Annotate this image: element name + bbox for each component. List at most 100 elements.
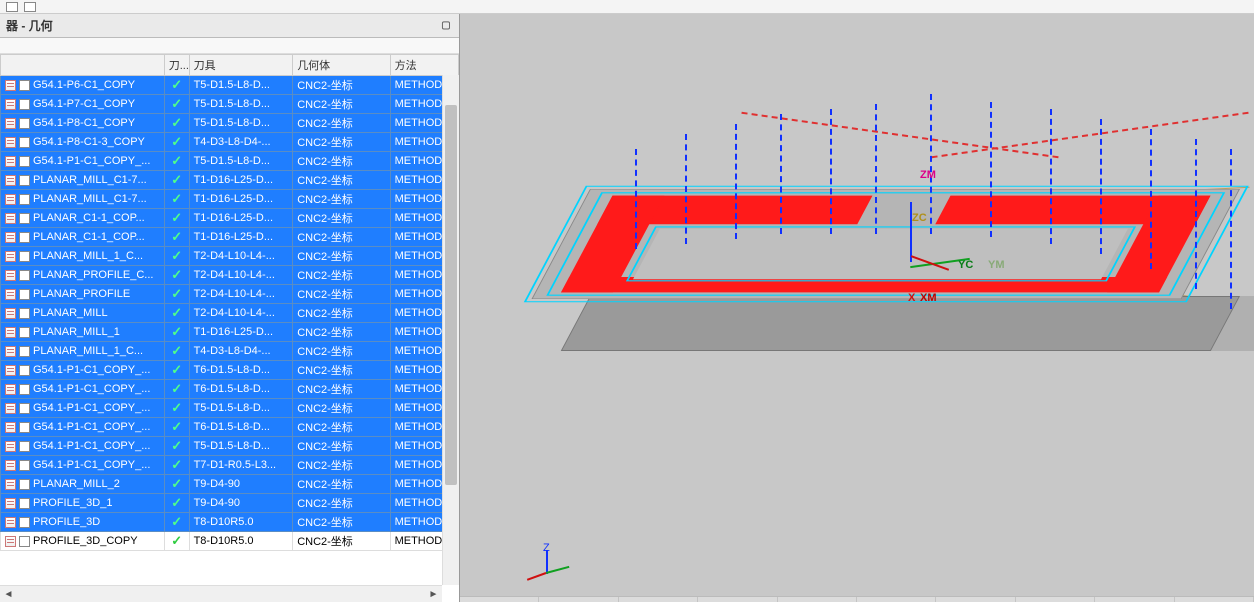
vertical-scrollbar[interactable]	[442, 75, 459, 585]
operation-icon	[5, 384, 16, 395]
path-status-cell: ✓	[164, 399, 189, 418]
geometry-cell: CNC2-坐标	[293, 285, 390, 304]
op-name-cell[interactable]: PLANAR_PROFILE_C...	[1, 266, 165, 285]
table-row[interactable]: PLANAR_PROFILE_C...✓T2-D4-L10-L4-...CNC2…	[1, 266, 459, 285]
timeline-bar[interactable]	[460, 596, 1254, 602]
op-name-cell[interactable]: PLANAR_C1-1_COP...	[1, 228, 165, 247]
table-row[interactable]: PLANAR_PROFILE✓T2-D4-L10-L4-...CNC2-坐标ME…	[1, 285, 459, 304]
operation-type-icon	[19, 99, 30, 110]
op-name-cell[interactable]: PLANAR_MILL_2	[1, 475, 165, 494]
tool-cell: T2-D4-L10-L4-...	[189, 304, 293, 323]
operation-icon	[5, 118, 16, 129]
op-name-cell[interactable]: PLANAR_PROFILE	[1, 285, 165, 304]
op-name-cell[interactable]: PLANAR_MILL_C1-7...	[1, 190, 165, 209]
operation-type-icon	[19, 251, 30, 262]
op-name-cell[interactable]: PROFILE_3D_1	[1, 494, 165, 513]
op-name-label: G54.1-P1-C1_COPY_...	[33, 440, 150, 452]
operation-table-wrap: 刀... 刀具 几何体 方法 G54.1-P6-C1_COPY✓T5-D1.5-…	[0, 54, 459, 602]
table-row[interactable]: PROFILE_3D_COPY✓T8-D10R5.0CNC2-坐标METHOD	[1, 532, 459, 551]
check-icon: ✓	[169, 248, 185, 264]
operation-icon	[5, 517, 16, 528]
table-row[interactable]: PLANAR_MILL_C1-7...✓T1-D16-L25-D...CNC2-…	[1, 190, 459, 209]
geometry-cell: CNC2-坐标	[293, 114, 390, 133]
table-row[interactable]: PLANAR_MILL_1_C...✓T2-D4-L10-L4-...CNC2-…	[1, 247, 459, 266]
op-name-cell[interactable]: PLANAR_MILL_1	[1, 323, 165, 342]
scroll-right-icon[interactable]: ►	[426, 587, 441, 602]
op-name-cell[interactable]: G54.1-P1-C1_COPY_...	[1, 361, 165, 380]
operation-table[interactable]: 刀... 刀具 几何体 方法 G54.1-P6-C1_COPY✓T5-D1.5-…	[0, 54, 459, 551]
table-row[interactable]: PLANAR_MILL_1_C...✓T4-D3-L8-D4-...CNC2-坐…	[1, 342, 459, 361]
table-row[interactable]: G54.1-P1-C1_COPY_...✓T5-D1.5-L8-D...CNC2…	[1, 152, 459, 171]
table-row[interactable]: G54.1-P6-C1_COPY✓T5-D1.5-L8-D...CNC2-坐标M…	[1, 76, 459, 95]
op-name-cell[interactable]: G54.1-P8-C1-3_COPY	[1, 133, 165, 152]
op-name-label: PLANAR_MILL_2	[33, 478, 120, 490]
col-tool[interactable]: 刀具	[189, 55, 293, 76]
op-name-cell[interactable]: PLANAR_MILL_1_C...	[1, 342, 165, 361]
col-pathstatus[interactable]: 刀...	[164, 55, 189, 76]
op-name-cell[interactable]: G54.1-P7-C1_COPY	[1, 95, 165, 114]
axis-label-ym: YM	[988, 259, 1005, 271]
tool-axis-dash	[1230, 149, 1232, 309]
table-row[interactable]: PLANAR_MILL_C1-7...✓T1-D16-L25-D...CNC2-…	[1, 171, 459, 190]
op-name-cell[interactable]: PLANAR_C1-1_COP...	[1, 209, 165, 228]
col-method[interactable]: 方法	[390, 55, 458, 76]
path-status-cell: ✓	[164, 95, 189, 114]
table-row[interactable]: PLANAR_C1-1_COP...✓T1-D16-L25-D...CNC2-坐…	[1, 209, 459, 228]
table-row[interactable]: PLANAR_MILL✓T2-D4-L10-L4-...CNC2-坐标METHO…	[1, 304, 459, 323]
tool-cell: T2-D4-L10-L4-...	[189, 247, 293, 266]
operation-type-icon	[19, 270, 30, 281]
operation-type-icon	[19, 213, 30, 224]
col-name[interactable]	[1, 55, 165, 76]
op-name-cell[interactable]: PLANAR_MILL_1_C...	[1, 247, 165, 266]
tool-axis-dash	[1195, 139, 1197, 289]
operation-type-icon	[19, 479, 30, 490]
operation-icon	[5, 270, 16, 281]
op-name-cell[interactable]: PLANAR_MILL	[1, 304, 165, 323]
op-name-cell[interactable]: G54.1-P1-C1_COPY_...	[1, 152, 165, 171]
geometry-cell: CNC2-坐标	[293, 494, 390, 513]
toolbar-icon[interactable]	[6, 2, 18, 12]
table-row[interactable]: PLANAR_MILL_1✓T1-D16-L25-D...CNC2-坐标METH…	[1, 323, 459, 342]
scroll-thumb[interactable]	[445, 105, 457, 485]
scroll-left-icon[interactable]: ◄	[1, 587, 16, 602]
top-toolbar	[0, 0, 1254, 14]
path-status-cell: ✓	[164, 209, 189, 228]
op-name-cell[interactable]: G54.1-P1-C1_COPY_...	[1, 418, 165, 437]
op-name-cell[interactable]: G54.1-P1-C1_COPY_...	[1, 399, 165, 418]
table-row[interactable]: G54.1-P1-C1_COPY_...✓T5-D1.5-L8-D...CNC2…	[1, 399, 459, 418]
op-name-label: PLANAR_C1-1_COP...	[33, 212, 145, 224]
table-row[interactable]: G54.1-P1-C1_COPY_...✓T7-D1-R0.5-L3...CNC…	[1, 456, 459, 475]
table-row[interactable]: PROFILE_3D✓T8-D10R5.0CNC2-坐标METHOD	[1, 513, 459, 532]
operation-type-icon	[19, 175, 30, 186]
col-geometry[interactable]: 几何体	[293, 55, 390, 76]
close-icon[interactable]: ▢	[439, 19, 453, 33]
table-row[interactable]: G54.1-P1-C1_COPY_...✓T6-D1.5-L8-D...CNC2…	[1, 418, 459, 437]
op-name-cell[interactable]: G54.1-P1-C1_COPY_...	[1, 437, 165, 456]
graphics-viewport[interactable]: ZM ZC YC YM XM X Z	[460, 14, 1254, 602]
operation-icon	[5, 327, 16, 338]
operation-icon	[5, 365, 16, 376]
operation-type-icon	[19, 308, 30, 319]
op-name-cell[interactable]: G54.1-P8-C1_COPY	[1, 114, 165, 133]
path-status-cell: ✓	[164, 342, 189, 361]
table-header-row: 刀... 刀具 几何体 方法	[1, 55, 459, 76]
table-row[interactable]: G54.1-P1-C1_COPY_...✓T6-D1.5-L8-D...CNC2…	[1, 380, 459, 399]
op-name-cell[interactable]: PROFILE_3D	[1, 513, 165, 532]
table-row[interactable]: PLANAR_MILL_2✓T9-D4-90CNC2-坐标METHOD	[1, 475, 459, 494]
table-row[interactable]: PROFILE_3D_1✓T9-D4-90CNC2-坐标METHOD	[1, 494, 459, 513]
op-name-cell[interactable]: G54.1-P6-C1_COPY	[1, 76, 165, 95]
table-row[interactable]: G54.1-P8-C1_COPY✓T5-D1.5-L8-D...CNC2-坐标M…	[1, 114, 459, 133]
horizontal-scrollbar[interactable]: ◄ ►	[0, 585, 442, 602]
table-row[interactable]: PLANAR_C1-1_COP...✓T1-D16-L25-D...CNC2-坐…	[1, 228, 459, 247]
op-name-cell[interactable]: G54.1-P1-C1_COPY_...	[1, 380, 165, 399]
op-name-cell[interactable]: PLANAR_MILL_C1-7...	[1, 171, 165, 190]
tool-cell: T1-D16-L25-D...	[189, 190, 293, 209]
op-name-cell[interactable]: G54.1-P1-C1_COPY_...	[1, 456, 165, 475]
table-row[interactable]: G54.1-P1-C1_COPY_...✓T5-D1.5-L8-D...CNC2…	[1, 437, 459, 456]
table-row[interactable]: G54.1-P7-C1_COPY✓T5-D1.5-L8-D...CNC2-坐标M…	[1, 95, 459, 114]
table-row[interactable]: G54.1-P1-C1_COPY_...✓T6-D1.5-L8-D...CNC2…	[1, 361, 459, 380]
op-name-cell[interactable]: PROFILE_3D_COPY	[1, 532, 165, 551]
table-row[interactable]: G54.1-P8-C1-3_COPY✓T4-D3-L8-D4-...CNC2-坐…	[1, 133, 459, 152]
toolbar-icon[interactable]	[24, 2, 36, 12]
path-status-cell: ✓	[164, 133, 189, 152]
